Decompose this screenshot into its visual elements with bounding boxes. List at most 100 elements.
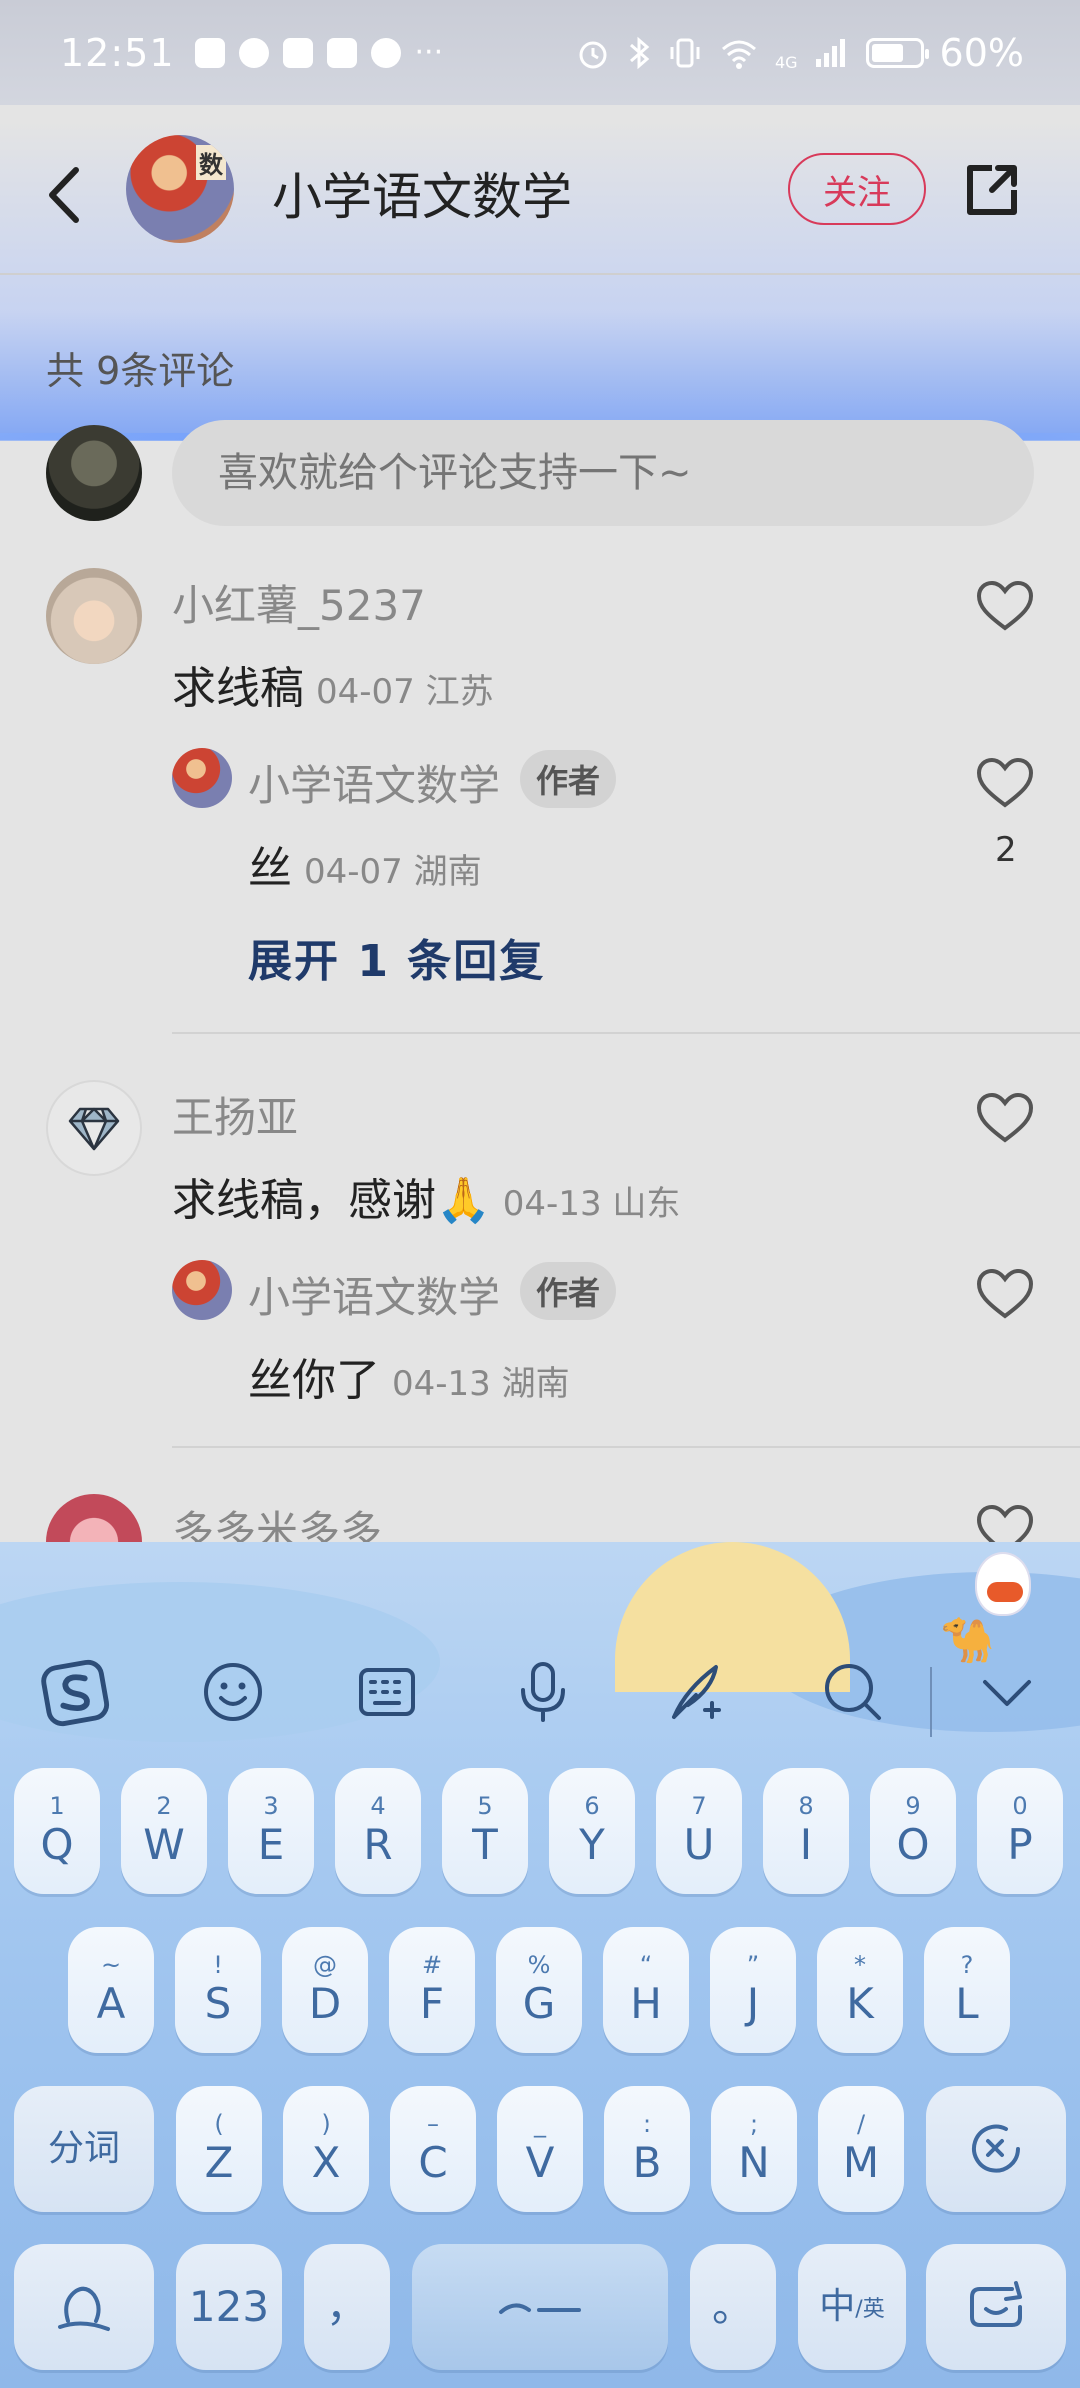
like-heart-icon[interactable] bbox=[976, 1268, 1034, 1320]
keyboard-mascot-icon[interactable] bbox=[975, 1552, 1031, 1616]
backspace-key[interactable] bbox=[926, 2086, 1066, 2212]
period-key[interactable]: 。 bbox=[690, 2244, 776, 2370]
key-hint: % bbox=[527, 1951, 551, 1979]
space-bar-icon bbox=[499, 2303, 581, 2314]
key-label: T bbox=[472, 1820, 498, 1869]
key-label: B bbox=[632, 2138, 662, 2187]
key-m[interactable]: / M bbox=[818, 2086, 904, 2212]
language-switch-key[interactable]: 中/英 bbox=[798, 2244, 906, 2370]
key-s[interactable]: ! S bbox=[175, 1927, 261, 2053]
follow-button[interactable]: 关注 bbox=[788, 153, 926, 225]
key-hint: ? bbox=[960, 1951, 974, 1979]
reply-username[interactable]: 小学语文数学 bbox=[248, 1264, 500, 1325]
ime-logo-icon[interactable] bbox=[40, 1657, 110, 1727]
key-hint: 3 bbox=[263, 1792, 279, 1820]
key-label: Y bbox=[579, 1820, 605, 1869]
like-heart-icon[interactable] bbox=[976, 1092, 1034, 1144]
commenter-username[interactable]: 王扬亚 bbox=[172, 1084, 298, 1145]
key-label: X bbox=[311, 2138, 341, 2187]
key-n[interactable]: ; N bbox=[711, 2086, 797, 2212]
key-i[interactable]: 8I bbox=[763, 1768, 849, 1894]
status-time: 12:51 bbox=[60, 30, 175, 75]
app-header: 数 小学语文数学 关注 bbox=[0, 105, 1080, 275]
segment-key[interactable]: 分词 bbox=[14, 2086, 154, 2212]
number-key[interactable]: 123 bbox=[176, 2244, 282, 2370]
share-icon[interactable] bbox=[962, 160, 1022, 220]
key-a[interactable]: ~ A bbox=[68, 1927, 154, 2053]
key-hint: 6 bbox=[584, 1792, 600, 1820]
voice-handwrite-key[interactable] bbox=[14, 2244, 154, 2370]
comment-divider bbox=[172, 1446, 1080, 1448]
key-hint: 7 bbox=[691, 1792, 707, 1820]
expand-replies-link[interactable]: 展开 1 条回复 bbox=[248, 925, 545, 989]
key-label: A bbox=[96, 1979, 126, 2028]
enter-key[interactable] bbox=[926, 2244, 1066, 2370]
account-avatar[interactable]: 数 bbox=[126, 135, 234, 243]
key-u[interactable]: 7U bbox=[656, 1768, 742, 1894]
key-p[interactable]: 0P bbox=[977, 1768, 1063, 1894]
microphone-icon[interactable] bbox=[508, 1657, 578, 1727]
commenter-avatar[interactable] bbox=[46, 568, 142, 664]
collapse-keyboard-icon[interactable] bbox=[972, 1657, 1042, 1727]
emoji-icon[interactable] bbox=[198, 1657, 268, 1727]
toolbar-separator bbox=[930, 1667, 932, 1737]
key-hint: “ bbox=[639, 1951, 653, 1979]
handwriting-icon[interactable] bbox=[664, 1657, 734, 1727]
ime-keyboard: 🐪 1Q2W3E4R5T6Y7U8I9O0P ~ A! S @ D # F% G “H” J * K?… bbox=[0, 1542, 1080, 2388]
key-hint: * bbox=[854, 1951, 866, 1979]
key-hint: / bbox=[856, 2110, 866, 2138]
space-key[interactable] bbox=[412, 2244, 668, 2370]
key-e[interactable]: 3E bbox=[228, 1768, 314, 1894]
back-arrow-icon[interactable] bbox=[40, 160, 90, 230]
reply-username[interactable]: 小学语文数学 bbox=[248, 752, 500, 813]
key-label: F bbox=[419, 1979, 445, 2028]
keyboard-layout-icon[interactable] bbox=[352, 1657, 422, 1727]
comma-key-label: ， bbox=[325, 2282, 368, 2331]
key-j[interactable]: ” J bbox=[710, 1927, 796, 2053]
key-label: G bbox=[522, 1979, 556, 2028]
account-name[interactable]: 小学语文数学 bbox=[272, 157, 572, 229]
key-v[interactable]: _ V bbox=[497, 2086, 583, 2212]
notification-icons: ··· bbox=[194, 35, 443, 70]
key-label: M bbox=[842, 2138, 880, 2187]
lang-key-label: 中 bbox=[819, 2286, 856, 2327]
key-label: E bbox=[257, 1820, 285, 1869]
comma-key[interactable]: ， bbox=[304, 2244, 390, 2370]
comment-body: 求线稿，感谢🙏 bbox=[172, 1175, 491, 1226]
key-hint: 0 bbox=[1012, 1792, 1028, 1820]
comment-body: 求线稿 bbox=[172, 663, 304, 714]
key-t[interactable]: 5T bbox=[442, 1768, 528, 1894]
key-hint: 9 bbox=[905, 1792, 921, 1820]
search-icon[interactable] bbox=[818, 1657, 888, 1727]
alarm-icon bbox=[579, 41, 607, 68]
notification-app-icon bbox=[194, 37, 225, 68]
key-f[interactable]: # F bbox=[389, 1927, 475, 2053]
key-y[interactable]: 6Y bbox=[549, 1768, 635, 1894]
key-d[interactable]: @ D bbox=[282, 1927, 368, 2053]
reply-meta: 04-13 湖南 bbox=[392, 1364, 570, 1404]
key-l[interactable]: ? L bbox=[924, 1927, 1010, 2053]
key-o[interactable]: 9O bbox=[870, 1768, 956, 1894]
key-k[interactable]: * K bbox=[817, 1927, 903, 2053]
reply-avatar[interactable] bbox=[172, 748, 232, 808]
reply-avatar[interactable] bbox=[172, 1260, 232, 1320]
key-w[interactable]: 2W bbox=[121, 1768, 207, 1894]
key-q[interactable]: 1Q bbox=[14, 1768, 100, 1894]
commenter-username[interactable]: 小红薯_5237 bbox=[172, 572, 426, 633]
my-avatar bbox=[46, 425, 142, 521]
key-z[interactable]: (Z bbox=[176, 2086, 262, 2212]
comment-text: 求线稿 04-07 江苏 bbox=[172, 652, 494, 716]
key-b[interactable]: :B bbox=[604, 2086, 690, 2212]
key-g[interactable]: % G bbox=[496, 1927, 582, 2053]
like-heart-icon[interactable] bbox=[976, 757, 1034, 809]
comment-input[interactable] bbox=[172, 420, 1034, 526]
key-h[interactable]: “H bbox=[603, 1927, 689, 2053]
key-label: N bbox=[738, 2138, 770, 2187]
reply-text: 丝你了 04-13 湖南 bbox=[248, 1344, 570, 1408]
commenter-avatar[interactable] bbox=[46, 1080, 142, 1176]
key-c[interactable]: – C bbox=[390, 2086, 476, 2212]
key-hint: 8 bbox=[798, 1792, 814, 1820]
key-r[interactable]: 4R bbox=[335, 1768, 421, 1894]
like-heart-icon[interactable] bbox=[976, 580, 1034, 632]
key-x[interactable]: ) X bbox=[283, 2086, 369, 2212]
